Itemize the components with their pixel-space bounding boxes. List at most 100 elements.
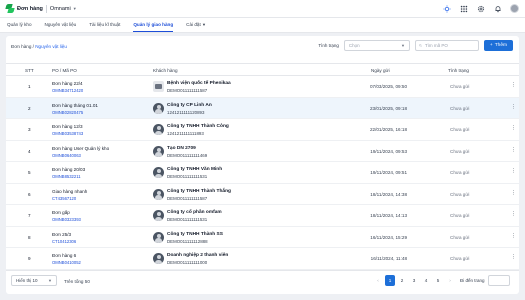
page-4-button[interactable]: 4 bbox=[421, 275, 431, 286]
tab-tech-docs[interactable]: Tài liệu kĩ thuật bbox=[89, 22, 120, 32]
header-status: Tình trạng bbox=[448, 68, 469, 73]
sent-date: 19/11/2024, 09:53 bbox=[370, 148, 407, 154]
customer-name: Công ty TNHH Văn Minh bbox=[167, 167, 223, 172]
pager: ‹ 1 2 3 4 5 › Đi đến trang bbox=[373, 275, 510, 286]
table-row[interactable]: 1 Đơn hàng 22/4 OMNB34712420 Bệnh viện quốc… bbox=[6, 76, 519, 98]
chevron-down-icon: ▼ bbox=[400, 43, 405, 48]
po-code-link[interactable]: OMNB02820475 bbox=[52, 110, 83, 115]
customer-code: DEMO011111111469 bbox=[167, 152, 208, 158]
more-options-icon[interactable]: ⋮ bbox=[511, 82, 516, 88]
more-options-icon[interactable]: ⋮ bbox=[511, 233, 516, 239]
settings-gear-icon[interactable] bbox=[476, 4, 485, 13]
customer-avatar-icon bbox=[153, 102, 164, 114]
table-row[interactable]: 2 Đơn hàng tháng 01.01 OMNB02820475 Công ty… bbox=[6, 97, 519, 119]
tab-settings-label: Cài đặt bbox=[186, 22, 201, 27]
tab-delivery-management[interactable]: Quản lý giao hàng bbox=[133, 22, 174, 32]
po-name: Đơn hàng 6 bbox=[52, 253, 77, 258]
page-3-button[interactable]: 3 bbox=[409, 275, 419, 286]
theme-sun-icon[interactable] bbox=[442, 4, 451, 13]
po-name: Đơn 25/3 bbox=[52, 231, 72, 237]
table-row[interactable]: 4 Đơn hàng User Quản lý kho OMNB0640063 Tạo… bbox=[6, 141, 519, 162]
po-search-box[interactable] bbox=[414, 40, 479, 51]
more-options-icon[interactable]: ⋮ bbox=[511, 190, 516, 196]
page-1-button[interactable]: 1 bbox=[385, 275, 395, 286]
pagination-bar: Hiển thị 10 ▼ Trên tổng 50 ‹ 1 2 3 4 5 › Đi đến… bbox=[6, 270, 519, 290]
table-row[interactable]: 9 Đơn hàng 6 OMNB0410052 Doanh nghiệp 2 tha… bbox=[6, 248, 519, 270]
po-code-link[interactable]: OMNB34712420 bbox=[52, 88, 83, 93]
customer-name: Công ty TNHH Thành Thắng bbox=[167, 188, 231, 194]
header-stt: STT bbox=[25, 68, 34, 73]
breadcrumb-root[interactable]: Đơn hàng bbox=[11, 44, 31, 49]
add-order-button[interactable]: + Thêm bbox=[483, 40, 513, 51]
header-customer: Khách hàng bbox=[153, 68, 178, 73]
page-size-select[interactable]: Hiển thị 10 ▼ bbox=[11, 275, 57, 286]
status-filter-select[interactable]: Chọn ▼ bbox=[343, 40, 410, 51]
goto-page-label: Đi đến trang bbox=[460, 278, 485, 283]
table-row[interactable]: 3 Đơn hàng 12/3 OMNB03538743 Công ty TNHH T… bbox=[6, 119, 519, 141]
more-options-icon[interactable]: ⋮ bbox=[511, 104, 516, 110]
po-code-link[interactable]: OMNB0410052 bbox=[52, 260, 81, 265]
po-code-link[interactable]: CT10412306 bbox=[52, 239, 76, 244]
search-icon bbox=[419, 44, 422, 47]
more-options-icon[interactable]: ⋮ bbox=[511, 254, 516, 260]
chevron-down-icon: ▼ bbox=[48, 278, 52, 283]
po-name: Đơn hàng 20/03 bbox=[52, 167, 86, 172]
table-row[interactable]: 6 Giao hàng nhanh CT43567120 Công ty TNHH T… bbox=[6, 184, 519, 205]
page-5-button[interactable]: 5 bbox=[433, 275, 443, 286]
apps-grid-icon[interactable] bbox=[459, 4, 468, 13]
sent-date: 22/01/2025, 16:18 bbox=[369, 127, 407, 132]
notification-bell-icon[interactable] bbox=[493, 4, 502, 13]
po-code-link[interactable]: OMNB0323393 bbox=[52, 217, 81, 222]
customer-code: DEMO011111111587 bbox=[167, 195, 208, 201]
prev-page-icon[interactable]: ‹ bbox=[373, 275, 383, 286]
status-text: Chưa gửi bbox=[450, 191, 470, 197]
sent-date: 16/11/2024, 15:29 bbox=[370, 234, 407, 240]
table-row[interactable]: 5 Đơn hàng 20/03 OMNB8532211 Công ty TNHH V… bbox=[6, 162, 519, 184]
customer-code: DEMO011111112888 bbox=[167, 238, 208, 244]
goto-page: Đi đến trang bbox=[460, 275, 510, 286]
po-search-input[interactable] bbox=[424, 43, 475, 48]
sent-date: 18/11/2024, 14:13 bbox=[370, 213, 407, 218]
row-stt: 3 bbox=[28, 127, 31, 132]
user-avatar[interactable] bbox=[510, 4, 519, 13]
po-name: Giao hàng nhanh bbox=[52, 188, 88, 194]
more-options-icon[interactable]: ⋮ bbox=[511, 147, 516, 153]
top-bar: Đơn hàng Omnami ▼ bbox=[0, 0, 525, 18]
page-size-value: Hiển thị 10 bbox=[16, 278, 38, 283]
po-code-link[interactable]: OMNB03538743 bbox=[52, 131, 83, 136]
goto-page-input[interactable] bbox=[487, 275, 510, 286]
header-po: PO / Mã PO bbox=[52, 68, 77, 73]
po-code-link[interactable]: OMNB0640063 bbox=[52, 153, 81, 158]
chevron-down-icon: ▼ bbox=[202, 22, 206, 27]
breadcrumb-current[interactable]: Nguyên vật liệu bbox=[35, 44, 67, 49]
row-stt: 8 bbox=[28, 234, 31, 240]
row-stt: 5 bbox=[28, 170, 31, 175]
total-count: Trên tổng 50 bbox=[64, 279, 90, 284]
table-row[interactable]: 8 Đơn 25/3 CT10412306 Công ty TNHH Thành SS… bbox=[6, 227, 519, 248]
po-code-link[interactable]: OMNB8532211 bbox=[52, 174, 81, 179]
page-2-button[interactable]: 2 bbox=[397, 275, 407, 286]
chevron-down-icon[interactable]: ▼ bbox=[73, 6, 77, 11]
tab-materials[interactable]: Nguyên vật liệu bbox=[45, 22, 77, 32]
status-filter-label: Tình trạng bbox=[318, 43, 339, 48]
orders-panel: Đơn hàng / Nguyên vật liệu Tình trạng Ch… bbox=[6, 36, 519, 294]
more-options-icon[interactable]: ⋮ bbox=[511, 168, 516, 174]
workspace-name[interactable]: Omnami bbox=[50, 6, 71, 12]
total-label: Trên tổng bbox=[64, 279, 84, 284]
add-order-label: Thêm bbox=[494, 43, 507, 48]
po-name: Đơn gấp bbox=[52, 210, 70, 215]
customer-logo-icon bbox=[153, 81, 164, 92]
app-logo[interactable]: Đơn hàng bbox=[5, 4, 43, 13]
row-stt: 4 bbox=[28, 148, 31, 154]
next-page-icon[interactable]: › bbox=[445, 275, 455, 286]
customer-name: Công ty CP Linh An bbox=[167, 102, 212, 108]
status-text: Chưa gửi bbox=[450, 234, 470, 240]
more-options-icon[interactable]: ⋮ bbox=[511, 125, 516, 131]
po-code-link[interactable]: CT43567120 bbox=[52, 196, 76, 201]
tab-settings[interactable]: Cài đặt ▼ bbox=[186, 22, 206, 32]
table-row[interactable]: 7 Đơn gấp OMNB0323393 Công ty cổ phần omfam… bbox=[6, 205, 519, 227]
table-header: STT PO / Mã PO Khách hàng Ngày gửi Tình … bbox=[6, 63, 519, 76]
more-options-icon[interactable]: ⋮ bbox=[511, 211, 516, 217]
tab-warehouse[interactable]: Quản lý kho bbox=[7, 22, 32, 32]
plus-icon: + bbox=[489, 43, 493, 48]
